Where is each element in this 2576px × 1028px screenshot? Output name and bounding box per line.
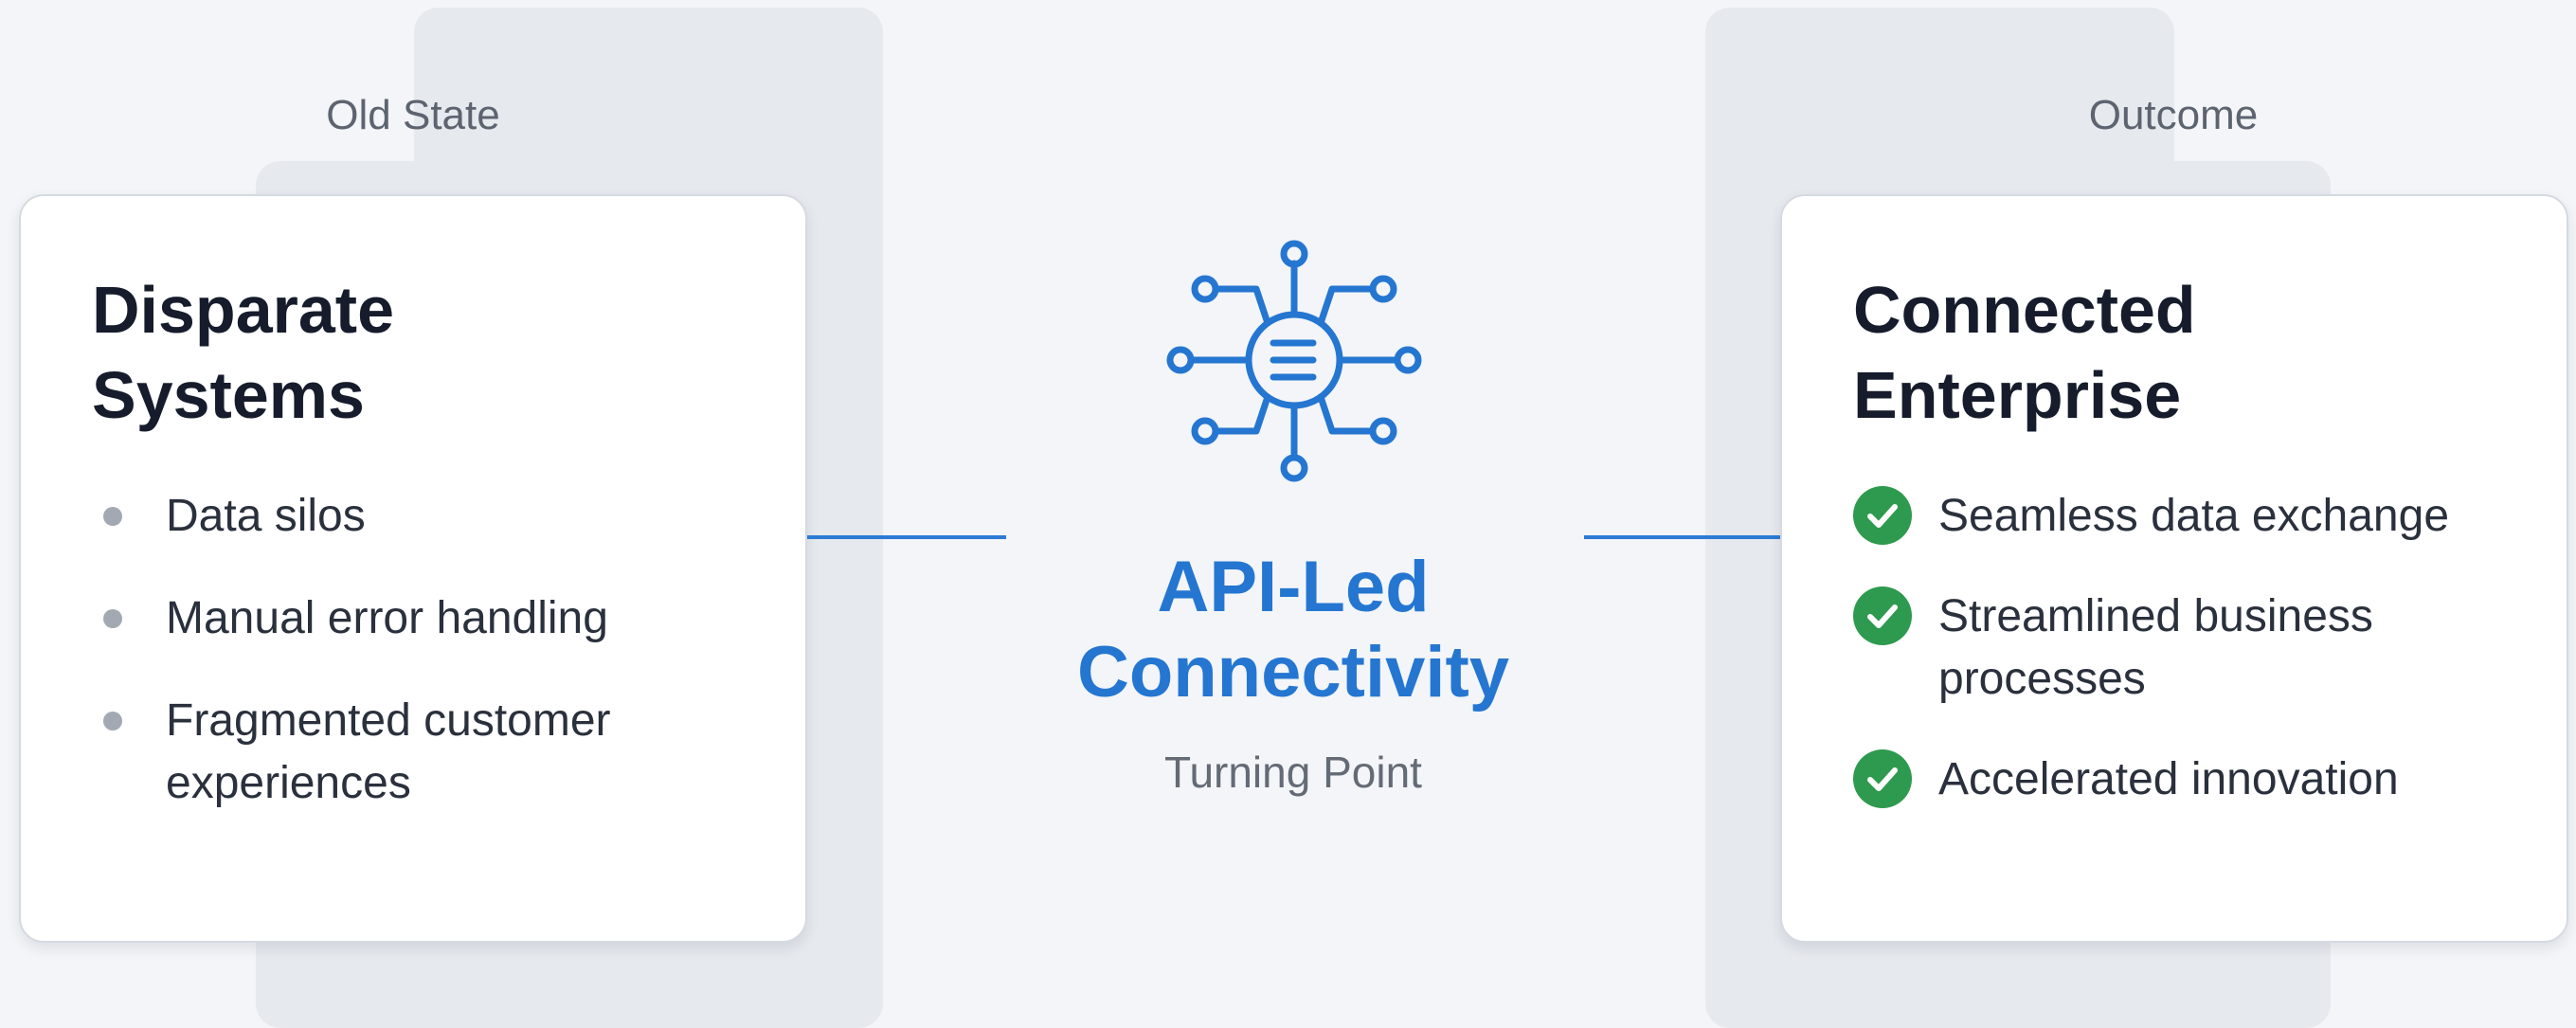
left-connector-line — [807, 535, 1006, 539]
list-item-text: Manual error handling — [166, 593, 608, 643]
list-item-text: Data silos — [166, 491, 366, 541]
list-item: Accelerated innovation — [1853, 748, 2535, 811]
bullet-icon — [103, 609, 122, 628]
list-item: Seamless data exchange — [1853, 485, 2535, 548]
list-item-text: Accelerated innovation — [1938, 754, 2399, 804]
disparate-systems-card: Disparate Systems Data silos Manual erro… — [19, 194, 807, 943]
connected-enterprise-card: Connected Enterprise Seamless data excha… — [1780, 194, 2568, 943]
check-circle-icon — [1853, 749, 1912, 808]
list-item-text: Streamlined business processes — [1938, 591, 2373, 704]
list-item-text: Seamless data exchange — [1938, 491, 2450, 541]
old-state-list: Data silos Manual error handling Fragmen… — [92, 485, 774, 855]
outcome-label: Outcome — [2088, 92, 2259, 138]
check-circle-icon — [1853, 486, 1912, 545]
card-title: Connected Enterprise — [1853, 273, 2196, 432]
right-connector-line — [1584, 535, 1780, 539]
check-circle-icon — [1853, 586, 1912, 645]
bullet-icon — [103, 507, 122, 526]
list-item: Manual error handling — [92, 587, 774, 650]
list-item-text: Fragmented customer experiences — [166, 695, 611, 808]
list-item: Streamlined business processes — [1853, 586, 2535, 711]
outcome-list: Seamless data exchange Streamlined busin… — [1853, 485, 2535, 849]
old-state-label: Old State — [326, 92, 500, 138]
list-item: Fragmented customer experiences — [92, 690, 774, 815]
center-subtitle: Turning Point — [1164, 748, 1422, 797]
api-hub-icon — [1166, 240, 1422, 482]
bullet-icon — [103, 712, 122, 730]
list-item: Data silos — [92, 485, 774, 548]
center-title: API-Led Connectivity — [1076, 547, 1510, 712]
card-title: Disparate Systems — [92, 273, 395, 432]
